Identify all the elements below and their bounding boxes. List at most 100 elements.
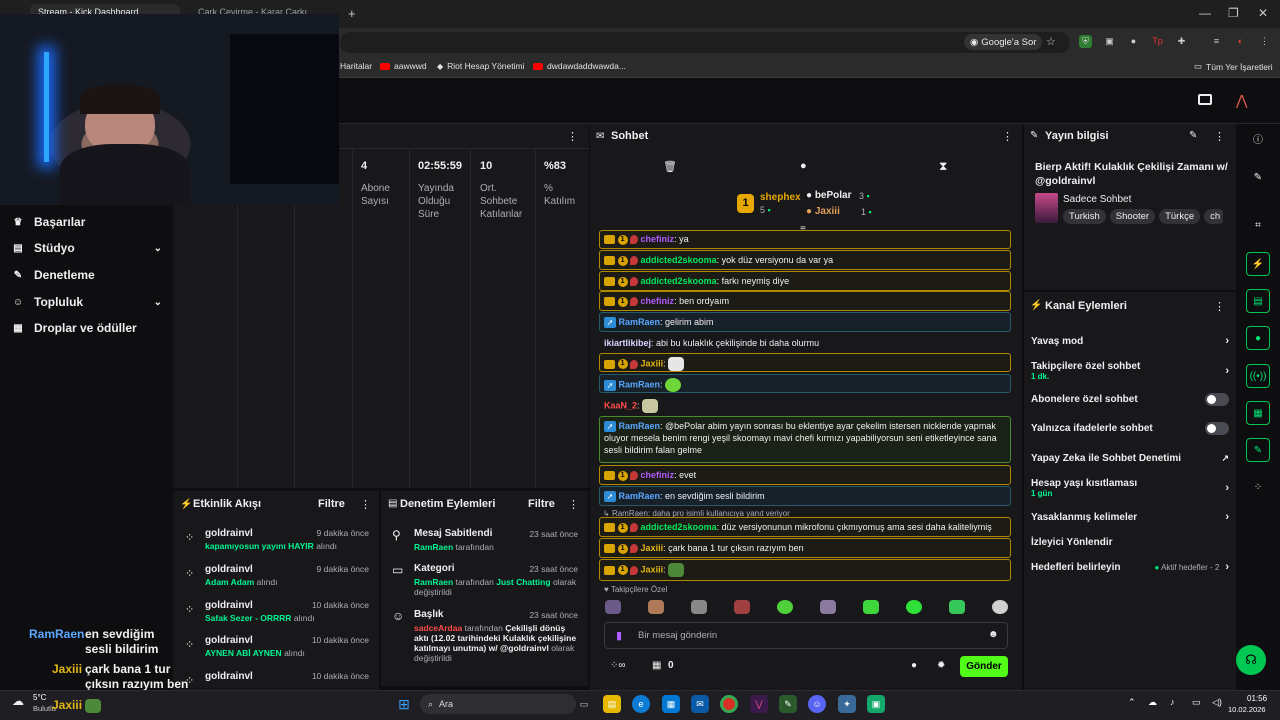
subscribers-only-toggle[interactable] bbox=[1205, 392, 1229, 406]
chat-username[interactable]: RamRaen bbox=[619, 317, 661, 327]
app-icon[interactable]: ▣ bbox=[867, 695, 885, 713]
slow-mode-row[interactable]: Yavaş mod › bbox=[1031, 333, 1229, 349]
screenshot-icon[interactable]: ⌗ bbox=[1246, 214, 1270, 238]
stream-category[interactable]: Sadece Sohbet bbox=[1063, 194, 1131, 205]
edit-icon[interactable]: ✎ bbox=[1246, 166, 1270, 190]
chat-username[interactable]: Jaxiii bbox=[641, 358, 664, 368]
mod-filter-button[interactable]: Filtre bbox=[528, 498, 555, 510]
star-icon[interactable]: ☆ bbox=[1046, 35, 1056, 48]
emote[interactable] bbox=[992, 600, 1008, 614]
chat-username[interactable]: RamRaen bbox=[619, 379, 661, 389]
actor-name[interactable]: RamRaen bbox=[414, 542, 453, 552]
microphone-icon[interactable]: ▮ bbox=[616, 629, 622, 642]
chat-username[interactable]: ikiartlikibej bbox=[604, 338, 651, 348]
chat-username[interactable]: RamRaen bbox=[619, 491, 661, 501]
maximize-icon[interactable]: ❐ bbox=[1228, 6, 1239, 20]
emote[interactable] bbox=[734, 600, 750, 614]
emote[interactable] bbox=[605, 600, 621, 614]
chrome-icon[interactable] bbox=[720, 695, 738, 713]
bookmark-aawwwd[interactable]: aawwwd bbox=[380, 61, 427, 71]
tag[interactable]: Turkish bbox=[1063, 209, 1106, 224]
clock-date[interactable]: 10.02.2026 bbox=[1228, 705, 1266, 714]
profile-icon[interactable]: ◐ bbox=[1234, 35, 1247, 48]
tag[interactable]: ch bbox=[1204, 209, 1223, 224]
mail-icon[interactable]: ✉ bbox=[691, 695, 709, 713]
emote[interactable] bbox=[949, 600, 965, 614]
info-icon[interactable]: ⓘ bbox=[1246, 129, 1270, 153]
chat-username[interactable]: KaaN_2 bbox=[604, 400, 637, 410]
emote-picker-icon[interactable]: ☻ bbox=[988, 629, 999, 640]
monitor-icon[interactable]: ▭ bbox=[1192, 697, 1201, 708]
shield-icon[interactable]: ⛨ bbox=[1079, 35, 1092, 48]
chat-username[interactable]: Jaxiii bbox=[641, 543, 664, 553]
emotes-only-toggle[interactable] bbox=[1205, 421, 1229, 435]
menu-icon[interactable]: ⋮ bbox=[1258, 35, 1271, 48]
feed-user[interactable]: goldrainvl bbox=[205, 528, 253, 539]
google-ask-button[interactable]: ◉ Google'a Sor bbox=[964, 34, 1043, 50]
emote[interactable] bbox=[906, 600, 922, 614]
chevron-up-icon[interactable]: ⌃ bbox=[1128, 697, 1136, 708]
url-input[interactable] bbox=[340, 32, 1070, 53]
puzzle-icon[interactable]: ✚ bbox=[1175, 35, 1188, 48]
activity-more-icon[interactable]: ⋮ bbox=[360, 498, 371, 511]
actor-name[interactable]: RamRaen bbox=[414, 577, 453, 587]
send-button[interactable]: Gönder bbox=[960, 656, 1008, 677]
media-icon[interactable]: ≡ bbox=[1210, 35, 1223, 48]
stats-more-icon[interactable]: ⋮ bbox=[567, 130, 578, 143]
cloud-icon[interactable]: ☁ bbox=[1148, 697, 1157, 708]
emote[interactable] bbox=[691, 600, 707, 614]
creator-camp-icon[interactable] bbox=[1198, 94, 1212, 105]
feed-user[interactable]: goldrainvl bbox=[205, 671, 253, 682]
clock-time[interactable]: 01:56 bbox=[1247, 694, 1267, 703]
weather-icon[interactable]: ☁ bbox=[12, 694, 24, 708]
support-icon[interactable]: ☊ bbox=[1236, 645, 1266, 675]
chat-username[interactable]: RamRaen bbox=[619, 421, 661, 431]
actions-more-icon[interactable]: ⋮ bbox=[1214, 300, 1225, 313]
feed-user[interactable]: goldrainvl bbox=[205, 635, 253, 646]
goals-row[interactable]: Hedefleri belirleyin ● Aktif hedefler - 2… bbox=[1031, 559, 1229, 575]
bookmark-maps[interactable]: Haritalar bbox=[340, 61, 372, 71]
notepad-icon[interactable]: ✎ bbox=[779, 695, 797, 713]
activity-filter-button[interactable]: Filtre bbox=[318, 498, 345, 510]
sidebar-item-drops[interactable]: ▦ Droplar ve ödüller bbox=[12, 318, 162, 338]
extension-icon[interactable]: ▣ bbox=[1103, 35, 1116, 48]
chat-icon[interactable]: ● bbox=[1246, 326, 1270, 350]
tag[interactable]: Türkçe bbox=[1159, 209, 1201, 224]
sidebar-item-achievements[interactable]: ♛ Başarılar bbox=[12, 212, 162, 232]
emote[interactable] bbox=[777, 600, 793, 614]
new-tab-button[interactable]: + bbox=[348, 6, 356, 21]
cookie-icon[interactable]: ● bbox=[1127, 35, 1140, 48]
media-icon[interactable]: ▦ bbox=[1246, 401, 1270, 425]
emote[interactable] bbox=[648, 600, 664, 614]
followers-only-row[interactable]: Takipçilere özel sohbet 1 dk. › bbox=[1031, 358, 1229, 384]
ai-moderation-row[interactable]: Yapay Zeka ile Sohbet Denetimi ↗ bbox=[1031, 450, 1229, 466]
emote[interactable] bbox=[820, 600, 836, 614]
chat-username[interactable]: addicted2skooma bbox=[641, 522, 717, 532]
tag[interactable]: Shooter bbox=[1109, 209, 1156, 224]
account-age-row[interactable]: Hesap yaşı kısıtlaması 1 gün › bbox=[1031, 475, 1229, 501]
banned-words-row[interactable]: Yasaklanmış kelimeler › bbox=[1031, 509, 1229, 525]
chat-bubble-icon[interactable]: ● bbox=[911, 660, 917, 671]
volume-icon[interactable]: ◁) bbox=[1212, 697, 1222, 708]
feed-user[interactable]: goldrainvl bbox=[205, 564, 253, 575]
chat-username[interactable]: chefiniz bbox=[641, 470, 675, 480]
chat-settings-icon[interactable]: ● bbox=[800, 160, 807, 172]
chat-username[interactable]: addicted2skooma bbox=[641, 255, 717, 265]
notes-icon[interactable]: ▤ bbox=[1246, 289, 1270, 313]
sidebar-item-moderation[interactable]: ✎ Denetleme bbox=[12, 265, 162, 285]
chat-username[interactable]: chefiniz bbox=[641, 296, 675, 306]
edge-icon[interactable]: e bbox=[632, 695, 650, 713]
network-app-icon[interactable]: ✦ bbox=[838, 695, 856, 713]
feed-user[interactable]: goldrainvl bbox=[205, 600, 253, 611]
emote[interactable] bbox=[863, 600, 879, 614]
microphone-tray-icon[interactable]: ♪ bbox=[1170, 697, 1175, 707]
trash-icon[interactable]: 🗑 bbox=[663, 160, 677, 173]
info-more-icon[interactable]: ⋮ bbox=[1214, 130, 1225, 143]
gear-icon[interactable]: ✹ bbox=[937, 660, 945, 671]
discord-icon[interactable]: ☺ bbox=[808, 695, 826, 713]
minimize-icon[interactable]: — bbox=[1199, 6, 1211, 20]
vs-icon[interactable]: ⋁ bbox=[750, 695, 768, 713]
bolt-icon[interactable]: ⚡ bbox=[1246, 252, 1270, 276]
chat-username[interactable]: Jaxiii bbox=[641, 564, 664, 574]
explorer-icon[interactable]: ▤ bbox=[603, 695, 621, 713]
